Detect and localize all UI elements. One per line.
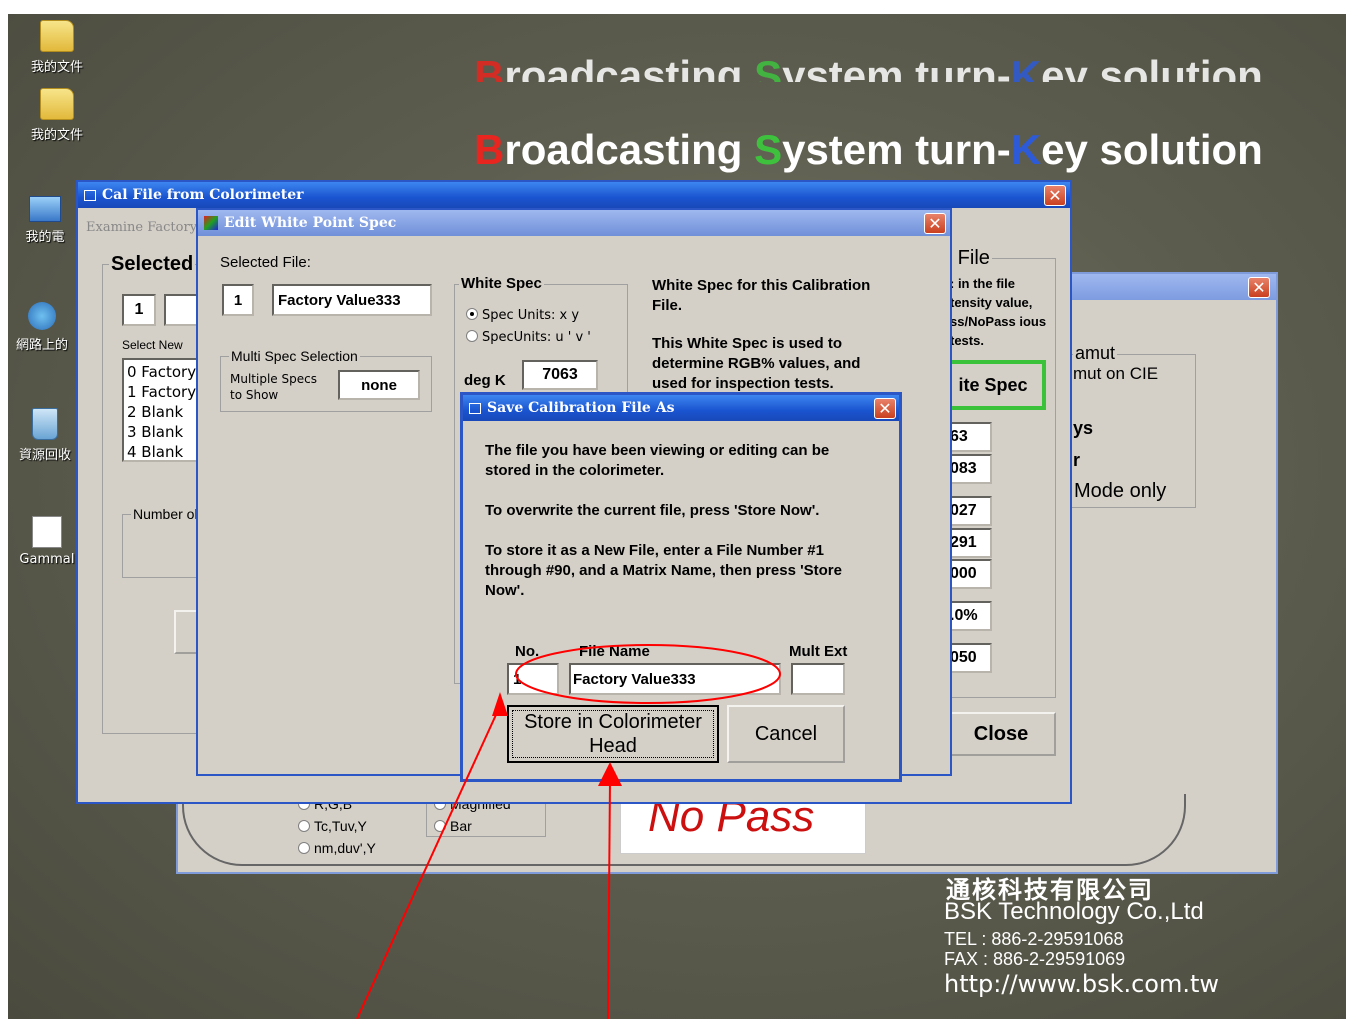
annotation-arrowhead-left — [492, 692, 508, 716]
annotation-overlay — [356, 644, 781, 1019]
annotation-arrow-line-left — [356, 705, 501, 1019]
annotation-ellipse — [515, 644, 781, 704]
annotation-arrow-line-right — [607, 779, 611, 1019]
annotation-arrowhead-right — [598, 762, 622, 786]
